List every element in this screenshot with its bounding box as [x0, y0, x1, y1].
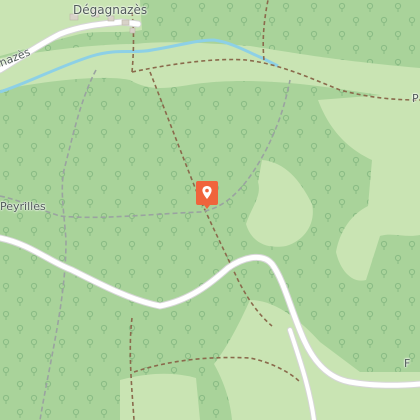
location-marker[interactable] [196, 181, 218, 209]
map-viewport[interactable]: Dégagnazès nazès Peyrilles P F [0, 0, 420, 420]
map-canvas[interactable] [0, 0, 420, 420]
location-pin-icon [196, 181, 218, 209]
